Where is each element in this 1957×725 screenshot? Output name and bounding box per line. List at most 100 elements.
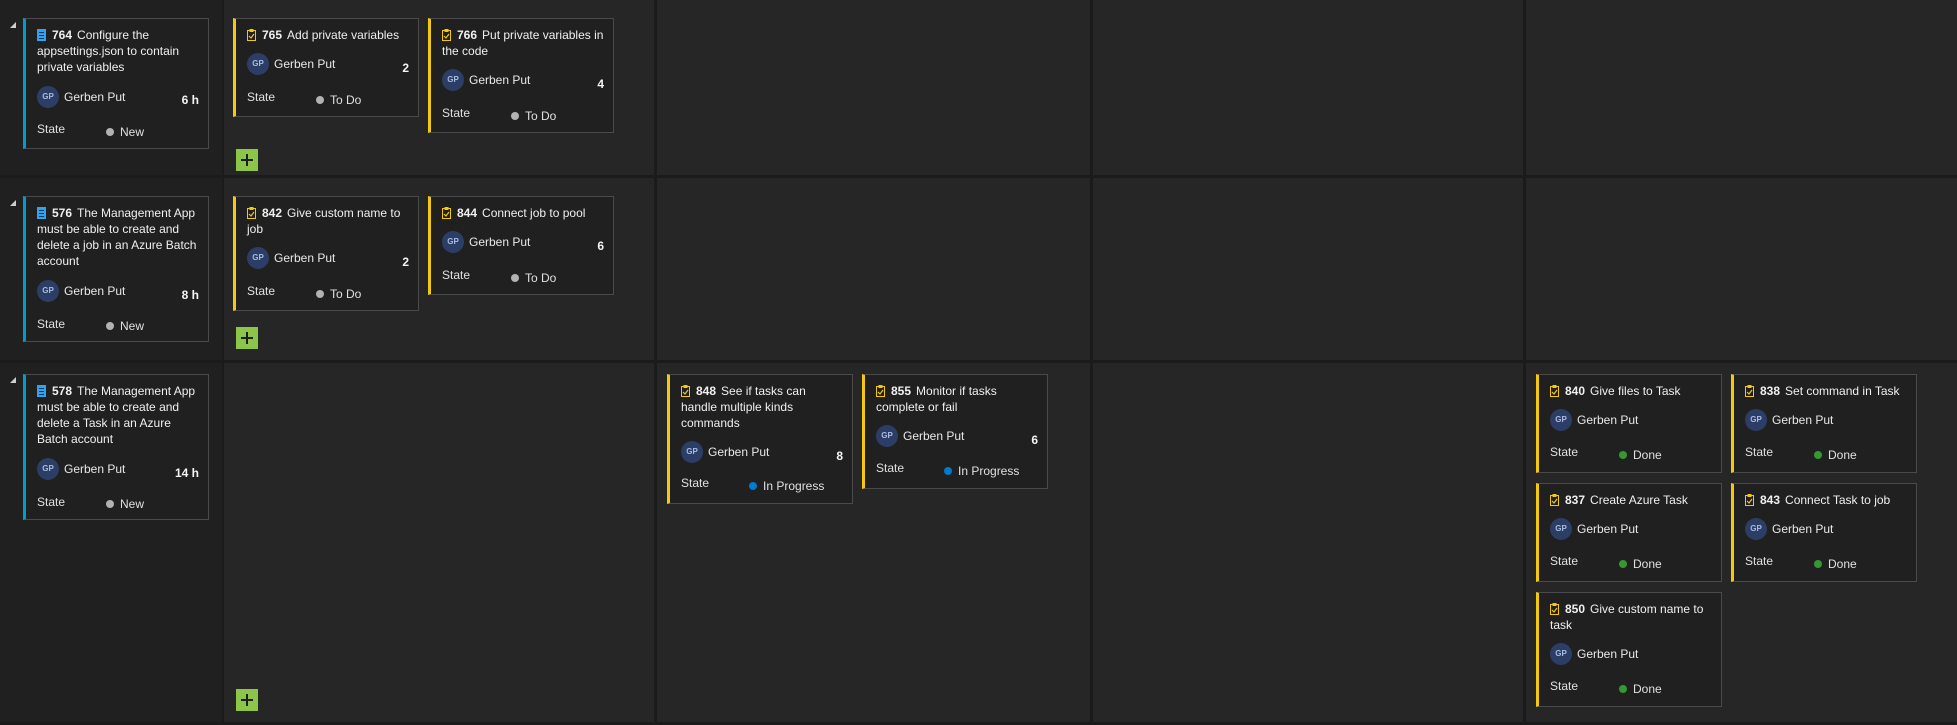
task-card[interactable]: 850 Give custom name to task GP Gerben Put… xyxy=(1536,592,1722,707)
column-in-progress xyxy=(657,178,1090,360)
assignee-name: Gerben Put xyxy=(469,235,531,249)
add-task-button[interactable] xyxy=(236,327,258,349)
avatar: GP xyxy=(37,86,59,108)
state-value[interactable]: To Do xyxy=(511,271,556,285)
avatar: GP xyxy=(1550,409,1572,431)
task-card[interactable]: 844 Connect job to pool GP Gerben Put 6 St… xyxy=(428,196,614,295)
state-dot xyxy=(1814,560,1822,568)
assignee[interactable]: GP Gerben Put xyxy=(247,247,335,269)
assignee[interactable]: GP Gerben Put xyxy=(876,425,964,447)
remaining-work: 6 xyxy=(597,239,604,253)
state-value[interactable]: New xyxy=(106,319,144,333)
state-value[interactable]: New xyxy=(106,125,144,139)
state-value[interactable]: Done xyxy=(1619,448,1662,462)
add-task-button[interactable] xyxy=(236,149,258,171)
state-text: To Do xyxy=(330,287,362,301)
task-card[interactable]: 765 Add private variables GP Gerben Put 2 … xyxy=(233,18,419,117)
avatar: GP xyxy=(876,425,898,447)
assignee[interactable]: GP Gerben Put xyxy=(37,86,125,108)
swimlane-row-764: 764 Configure the appsettings.json to con… xyxy=(0,0,1957,175)
state-value[interactable]: In Progress xyxy=(749,479,824,493)
assignee[interactable]: GP Gerben Put xyxy=(1550,409,1638,431)
work-item-title[interactable]: Connect Task to job xyxy=(1785,493,1890,507)
assignee[interactable]: GP Gerben Put xyxy=(37,458,125,480)
assignee[interactable]: GP Gerben Put xyxy=(1745,518,1833,540)
backlog-item-card[interactable]: 764 Configure the appsettings.json to con… xyxy=(23,18,209,149)
work-item-id: 842 xyxy=(262,206,283,220)
state-text: Done xyxy=(1633,682,1662,696)
state-text: In Progress xyxy=(958,464,1020,478)
state-dot xyxy=(511,274,519,282)
column-todo xyxy=(224,363,654,722)
work-item-title[interactable]: Create Azure Task xyxy=(1590,493,1688,507)
state-value[interactable]: Done xyxy=(1619,682,1662,696)
avatar: GP xyxy=(442,231,464,253)
avatar: GP xyxy=(1550,643,1572,665)
state-value[interactable]: To Do xyxy=(511,109,556,123)
state-label: State xyxy=(681,476,710,490)
work-item-id: 765 xyxy=(262,28,283,42)
add-task-button[interactable] xyxy=(236,689,258,711)
backlog-item-icon xyxy=(37,29,46,41)
column-done xyxy=(1526,0,1957,175)
state-text: To Do xyxy=(525,109,557,123)
work-item-title[interactable]: Add private variables xyxy=(287,28,399,42)
backlog-item-card[interactable]: 576 The Management App must be able to cr… xyxy=(23,196,209,342)
assignee[interactable]: GP Gerben Put xyxy=(1550,643,1638,665)
collapse-row-icon[interactable] xyxy=(10,200,16,206)
task-card[interactable]: 848 See if tasks can handle multiple kind… xyxy=(667,374,853,504)
state-value[interactable]: Done xyxy=(1814,557,1857,571)
state-value[interactable]: To Do xyxy=(316,287,361,301)
assignee-name: Gerben Put xyxy=(1577,413,1639,427)
assignee-name: Gerben Put xyxy=(1772,413,1834,427)
swimlane-row-578: 578 The Management App must be able to cr… xyxy=(0,363,1957,722)
backlog-item-icon xyxy=(37,207,46,219)
state-value[interactable]: Done xyxy=(1619,557,1662,571)
task-card[interactable]: 837 Create Azure Task GP Gerben Put State … xyxy=(1536,483,1722,582)
task-card[interactable]: 840 Give files to Task GP Gerben Put State… xyxy=(1536,374,1722,473)
state-label: State xyxy=(37,495,66,509)
state-label: State xyxy=(1550,679,1579,693)
collapse-row-icon[interactable] xyxy=(10,22,16,28)
state-value[interactable]: New xyxy=(106,497,144,511)
avatar: GP xyxy=(681,441,703,463)
task-card[interactable]: 843 Connect Task to job GP Gerben Put Stat… xyxy=(1731,483,1917,582)
assignee[interactable]: GP Gerben Put xyxy=(442,231,530,253)
column-empty xyxy=(1093,0,1523,175)
assignee-name: Gerben Put xyxy=(64,284,126,298)
task-card[interactable]: 855 Monitor if tasks complete or fail GP G… xyxy=(862,374,1048,489)
assignee[interactable]: GP Gerben Put xyxy=(1745,409,1833,431)
state-dot xyxy=(106,128,114,136)
assignee[interactable]: GP Gerben Put xyxy=(681,441,769,463)
task-card[interactable]: 842 Give custom name to job GP Gerben Put … xyxy=(233,196,419,311)
state-value[interactable]: In Progress xyxy=(944,464,1019,478)
assignee-name: Gerben Put xyxy=(903,429,965,443)
task-card[interactable]: 838 Set command in Task GP Gerben Put Stat… xyxy=(1731,374,1917,473)
assignee[interactable]: GP Gerben Put xyxy=(37,280,125,302)
state-value[interactable]: To Do xyxy=(316,93,361,107)
work-item-title[interactable]: Give files to Task xyxy=(1590,384,1680,398)
assignee-name: Gerben Put xyxy=(274,57,336,71)
avatar: GP xyxy=(1745,518,1767,540)
backlog-item-card[interactable]: 578 The Management App must be able to cr… xyxy=(23,374,209,520)
state-label: State xyxy=(876,461,905,475)
state-dot xyxy=(511,112,519,120)
assignee[interactable]: GP Gerben Put xyxy=(442,69,530,91)
assignee[interactable]: GP Gerben Put xyxy=(1550,518,1638,540)
task-card[interactable]: 766 Put private variables in the code GP G… xyxy=(428,18,614,133)
state-text: New xyxy=(120,497,145,511)
work-item-id: 837 xyxy=(1565,493,1586,507)
assignee-name: Gerben Put xyxy=(64,462,126,476)
state-value[interactable]: Done xyxy=(1814,448,1857,462)
assignee[interactable]: GP Gerben Put xyxy=(247,53,335,75)
work-item-title[interactable]: Connect job to pool xyxy=(482,206,585,220)
collapse-row-icon[interactable] xyxy=(10,377,16,383)
remaining-work: 2 xyxy=(402,61,409,75)
task-icon xyxy=(1550,385,1559,397)
avatar: GP xyxy=(1550,518,1572,540)
work-item-title[interactable]: Set command in Task xyxy=(1785,384,1900,398)
assignee-name: Gerben Put xyxy=(1577,522,1639,536)
state-label: State xyxy=(1745,445,1774,459)
column-in-progress xyxy=(657,0,1090,175)
task-icon xyxy=(876,385,885,397)
